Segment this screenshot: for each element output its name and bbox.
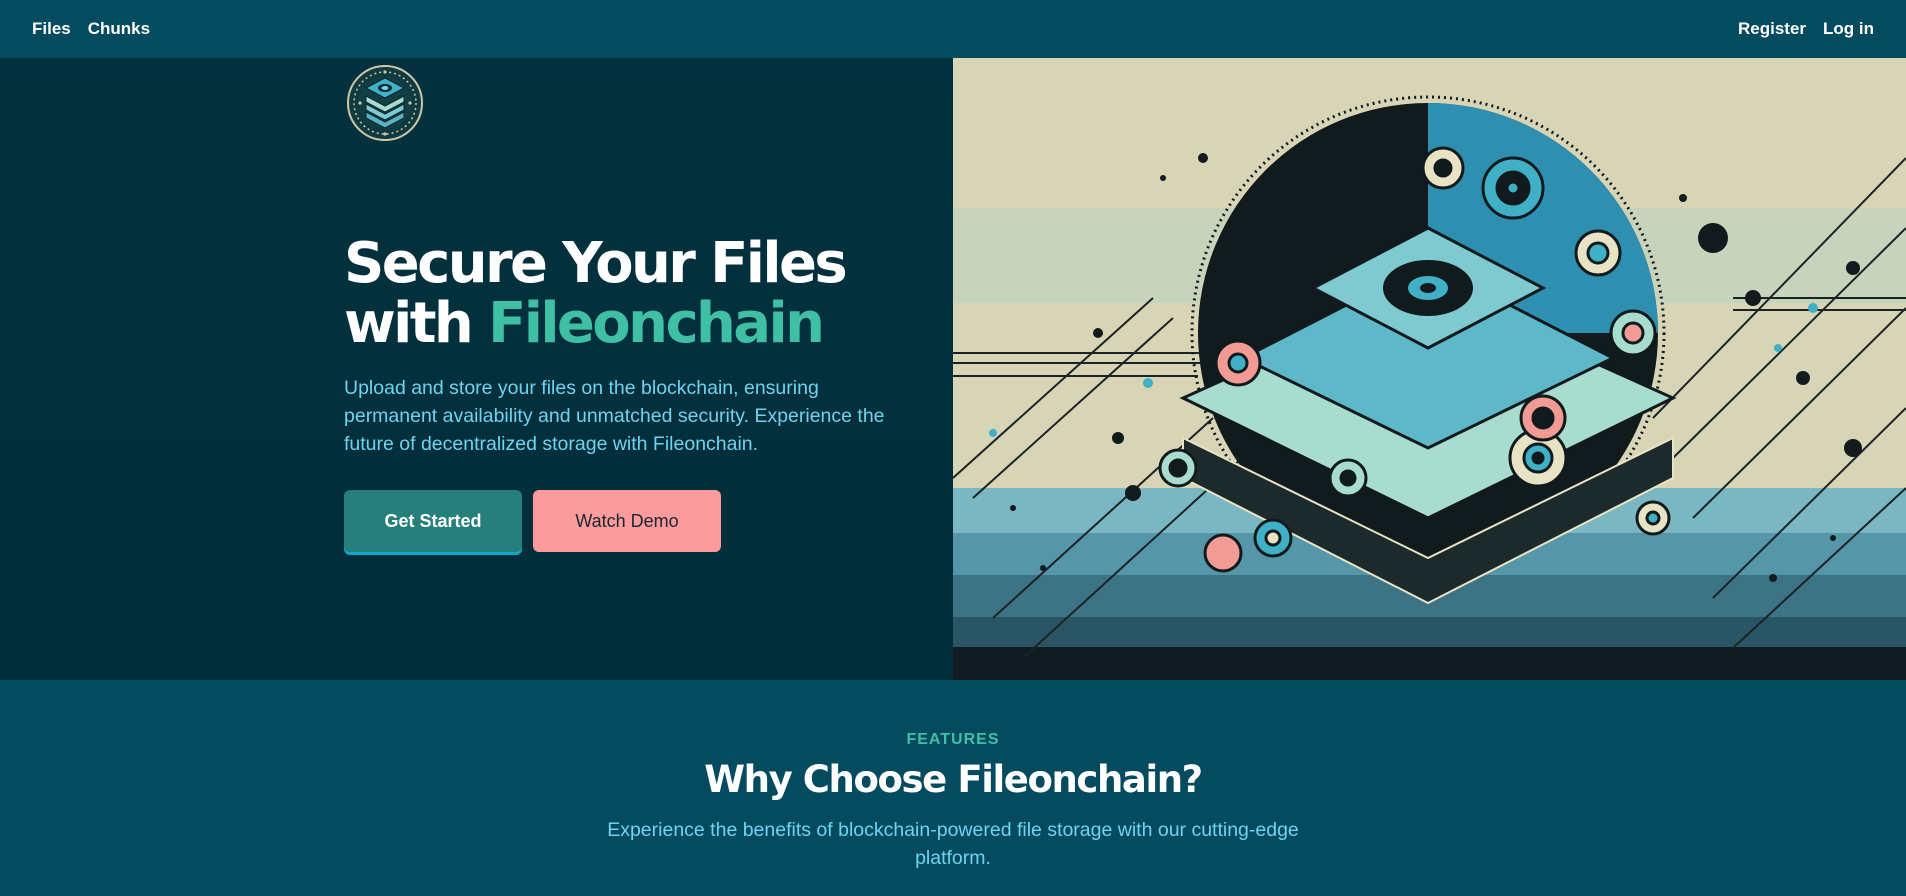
hero-headline: Secure Your Files with Fileonchain: [344, 234, 904, 354]
decentralized-storage-illustration: [953, 58, 1906, 680]
register-link[interactable]: Register: [1738, 19, 1806, 39]
features-section: FEATURES Why Choose Fileonchain? Experie…: [0, 680, 1906, 896]
watch-demo-button[interactable]: Watch Demo: [533, 490, 721, 552]
hero-content: Secure Your Files with Fileonchain Uploa…: [0, 58, 953, 680]
features-eyebrow: FEATURES: [906, 731, 1000, 748]
storage-stack-icon[interactable]: [346, 64, 424, 142]
nav-link-chunks[interactable]: Chunks: [88, 19, 150, 39]
nav-left-group: Files Chunks: [32, 19, 150, 39]
headline-brand: Fileonchain: [488, 291, 825, 356]
features-subtitle: Experience the benefits of blockchain-po…: [607, 819, 1299, 869]
nav-right-group: Register Log in: [1738, 19, 1874, 39]
nav-link-files[interactable]: Files: [32, 19, 71, 39]
top-nav: Files Chunks Register Log in: [0, 0, 1906, 58]
login-link[interactable]: Log in: [1823, 19, 1874, 39]
headline-line-1: Secure Your Files: [344, 231, 848, 296]
features-title: Why Choose Fileonchain?: [704, 758, 1203, 801]
headline-with: with: [344, 291, 489, 356]
hero-description: Upload and store your files on the block…: [344, 377, 885, 455]
get-started-button[interactable]: Get Started: [344, 490, 522, 552]
hero-section: Secure Your Files with Fileonchain Uploa…: [0, 58, 1906, 680]
hero-illustration: [953, 58, 1906, 680]
